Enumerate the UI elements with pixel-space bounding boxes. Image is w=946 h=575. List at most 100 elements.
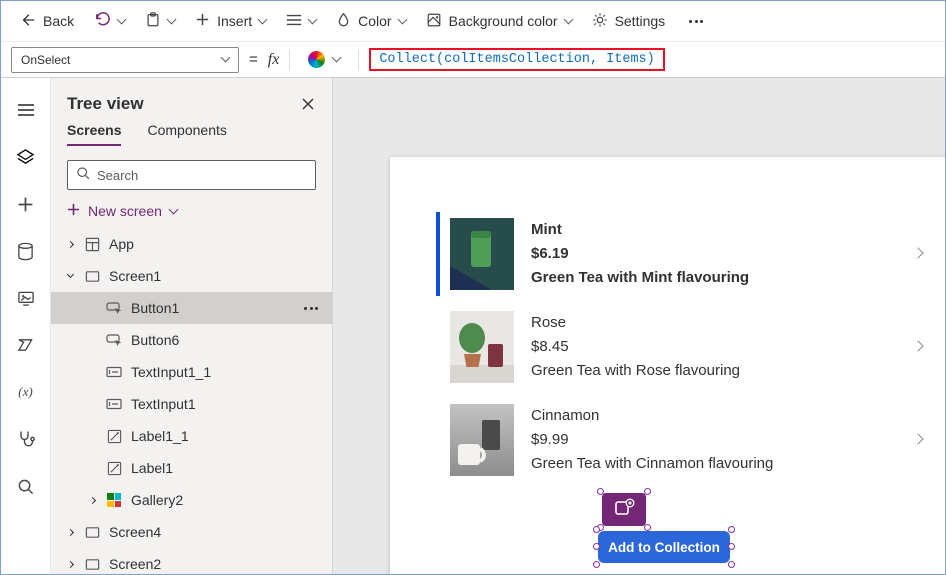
tab-screens[interactable]: Screens bbox=[67, 122, 122, 146]
resize-handle[interactable] bbox=[597, 488, 604, 495]
app-icon bbox=[83, 235, 101, 253]
tree-item-screen1[interactable]: Screen1 bbox=[51, 260, 332, 292]
add-to-collection-button[interactable]: Add to Collection bbox=[593, 526, 735, 568]
product-name: Cinnamon bbox=[531, 407, 600, 424]
color-droplet-icon bbox=[336, 11, 351, 31]
design-screen[interactable]: Mint $6.19 Green Tea with Mint flavourin… bbox=[390, 157, 945, 574]
power-fx-color-wheel-icon bbox=[308, 51, 326, 68]
background-color-button[interactable]: Background color bbox=[417, 6, 581, 37]
formula-input[interactable]: Collect(colItemsCollection, Items) bbox=[369, 48, 665, 71]
tab-components[interactable]: Components bbox=[147, 122, 226, 146]
studio-body: (x) Tree view Screens Components Search … bbox=[1, 78, 945, 574]
insert-plus-icon[interactable] bbox=[16, 194, 36, 214]
chevron-down-icon bbox=[563, 14, 574, 24]
tree-item-label1-1[interactable]: Label1_1 bbox=[51, 420, 332, 452]
divider bbox=[358, 48, 360, 71]
close-icon[interactable] bbox=[302, 98, 314, 110]
tree-item-gallery2[interactable]: Gallery2 bbox=[51, 484, 332, 516]
tree-view-icon[interactable] bbox=[16, 147, 36, 167]
power-apps-studio-window: Back Insert Color Background color Setti… bbox=[0, 0, 946, 575]
equals-sign: = bbox=[249, 51, 258, 68]
paste-button[interactable] bbox=[136, 5, 184, 37]
tree-view-title: Tree view bbox=[67, 94, 144, 113]
text-input-icon bbox=[105, 363, 123, 381]
plus-icon bbox=[67, 203, 80, 219]
advanced-tools-icon[interactable] bbox=[16, 429, 36, 449]
hamburger-menu-icon[interactable] bbox=[16, 100, 36, 120]
product-price: $9.99 bbox=[531, 431, 569, 448]
power-automate-icon[interactable] bbox=[16, 335, 36, 355]
back-label: Back bbox=[43, 13, 75, 29]
add-to-collection-label: Add to Collection bbox=[608, 539, 720, 555]
tree-item-label: Screen1 bbox=[109, 268, 162, 284]
product-name: Mint bbox=[531, 221, 562, 238]
variables-icon[interactable]: (x) bbox=[16, 382, 36, 402]
button-control-icon bbox=[105, 331, 123, 349]
background-color-icon bbox=[426, 12, 442, 31]
paste-clipboard-icon bbox=[145, 11, 161, 31]
collection-add-icon bbox=[614, 498, 635, 522]
resize-handle[interactable] bbox=[593, 526, 600, 533]
product-description: Green Tea with Rose flavouring bbox=[531, 362, 741, 379]
resize-handle[interactable] bbox=[728, 526, 735, 533]
resize-handle[interactable] bbox=[593, 543, 600, 550]
gallery-item-text: Rose $8.45 Green Tea with Rose flavourin… bbox=[531, 311, 740, 383]
resize-handle[interactable] bbox=[728, 561, 735, 568]
chevron-right-icon bbox=[912, 340, 924, 352]
search-icon[interactable] bbox=[16, 476, 36, 496]
data-cylinder-icon[interactable] bbox=[16, 241, 36, 261]
tree-item-label: TextInput1 bbox=[131, 396, 196, 412]
tree-item-textinput1-1[interactable]: TextInput1_1 bbox=[51, 356, 332, 388]
gallery-item-mint[interactable]: Mint $6.19 Green Tea with Mint flavourin… bbox=[436, 212, 945, 296]
product-description: Green Tea with Cinnamon flavouring bbox=[531, 455, 774, 472]
back-button[interactable]: Back bbox=[11, 6, 83, 37]
resize-handle[interactable] bbox=[644, 524, 651, 531]
tree-view-panel: Tree view Screens Components New scree bbox=[51, 78, 333, 574]
insert-label: Insert bbox=[217, 13, 253, 29]
add-to-collection-icon-button[interactable] bbox=[597, 488, 651, 531]
settings-button[interactable]: Settings bbox=[583, 6, 675, 37]
tree-item-label: App bbox=[109, 236, 134, 252]
gallery-item-rose[interactable]: Rose $8.45 Green Tea with Rose flavourin… bbox=[450, 307, 945, 387]
resize-handle[interactable] bbox=[593, 561, 600, 568]
gallery-item-cinnamon[interactable]: Cinnamon $9.99 Green Tea with Cinnamon f… bbox=[450, 400, 945, 480]
chevron-down-icon bbox=[66, 270, 75, 278]
tree-item-label: Label1 bbox=[131, 460, 174, 476]
chevron-right-icon bbox=[912, 433, 924, 445]
power-fx-menu-button[interactable] bbox=[300, 47, 348, 72]
tree-item-button1[interactable]: Button1 bbox=[51, 292, 332, 324]
undo-icon bbox=[94, 11, 111, 31]
tree-search-box bbox=[67, 160, 316, 190]
color-button[interactable]: Color bbox=[327, 5, 414, 37]
resize-handle[interactable] bbox=[644, 488, 651, 495]
reorder-button[interactable] bbox=[277, 7, 325, 36]
reorder-list-icon bbox=[286, 13, 302, 30]
tree-item-button6[interactable]: Button6 bbox=[51, 324, 332, 356]
media-icon[interactable] bbox=[16, 288, 36, 308]
tree-item-screen2[interactable]: Screen2 bbox=[51, 548, 332, 574]
resize-handle[interactable] bbox=[728, 543, 735, 550]
undo-button[interactable] bbox=[85, 5, 134, 37]
product-price: $6.19 bbox=[531, 245, 569, 262]
chevron-down-icon bbox=[220, 52, 231, 63]
mint-product-image bbox=[450, 218, 514, 290]
insert-button[interactable]: Insert bbox=[186, 6, 275, 36]
product-gallery: Mint $6.19 Green Tea with Mint flavourin… bbox=[390, 157, 945, 480]
screen-icon bbox=[83, 555, 101, 573]
tree-item-screen4[interactable]: Screen4 bbox=[51, 516, 332, 548]
search-input[interactable] bbox=[97, 167, 307, 183]
formula-bar: OnSelect = fx Collect(colItemsCollection… bbox=[1, 41, 945, 78]
more-commands-button[interactable] bbox=[676, 10, 716, 33]
property-selector[interactable]: OnSelect bbox=[11, 46, 239, 73]
tree-list: App Screen1 Button1 Button6 TextInput1_1… bbox=[51, 228, 332, 574]
item-more-button[interactable] bbox=[300, 303, 322, 314]
new-screen-button[interactable]: New screen bbox=[51, 198, 332, 228]
tree-item-label1[interactable]: Label1 bbox=[51, 452, 332, 484]
back-arrow-icon bbox=[20, 12, 36, 31]
chevron-down-icon bbox=[331, 52, 342, 63]
tree-item-app[interactable]: App bbox=[51, 228, 332, 260]
search-icon bbox=[76, 166, 90, 185]
label-control-icon bbox=[105, 459, 123, 477]
tree-item-label: Button6 bbox=[131, 332, 180, 348]
tree-item-textinput1[interactable]: TextInput1 bbox=[51, 388, 332, 420]
